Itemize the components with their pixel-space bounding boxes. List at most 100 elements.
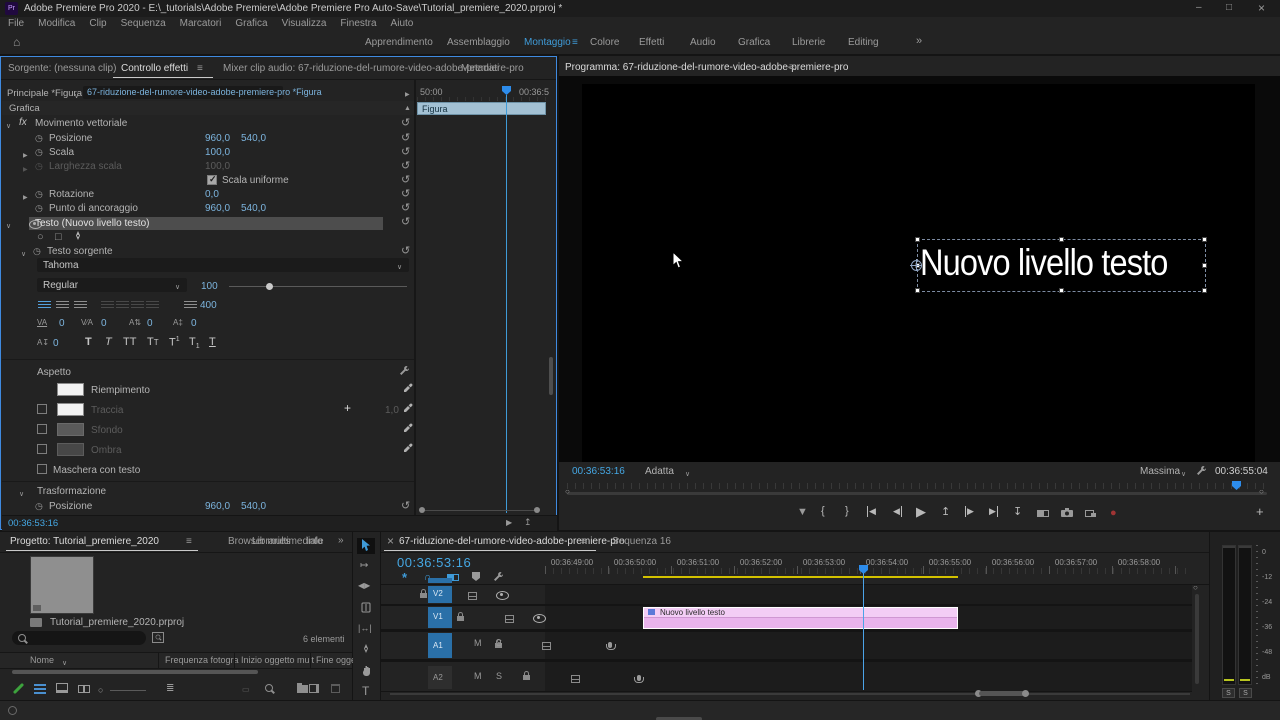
scrubber-left-end[interactable]	[565, 487, 570, 496]
transform-disclosure-icon[interactable]	[19, 488, 24, 499]
shadow-checkbox[interactable]	[37, 444, 47, 454]
menu-grafica[interactable]: Grafica	[235, 18, 267, 29]
align-right-button[interactable]	[74, 301, 87, 310]
workspace-overflow-icon[interactable]	[916, 35, 922, 47]
timeline-zoom-track[interactable]	[390, 693, 1190, 695]
column-fps[interactable]: Frequenza fotogra	[165, 655, 239, 665]
a1-track-header[interactable]: A1	[428, 633, 452, 658]
workspace-editing[interactable]: Editing	[848, 37, 879, 48]
workspace-colore[interactable]: Colore	[590, 37, 619, 48]
kerning-value[interactable]: 0	[59, 318, 65, 329]
timeline-settings-wrench-icon[interactable]	[493, 571, 504, 585]
program-scrubber-track[interactable]	[567, 492, 1267, 495]
timeline-right-scroll-handle[interactable]	[1193, 583, 1198, 592]
source-text-stopwatch-icon[interactable]	[33, 246, 41, 257]
freeform-view-button[interactable]	[78, 683, 90, 696]
all-caps-button[interactable]: TT	[123, 336, 136, 348]
hand-tool[interactable]	[361, 665, 372, 679]
shadow-eyedropper-icon[interactable]	[403, 443, 413, 456]
project-menu-icon[interactable]	[186, 536, 192, 547]
ecp-timecode[interactable]: 00:36:53:16	[8, 518, 58, 529]
collapse-section-icon[interactable]	[404, 102, 411, 113]
motion-disclosure-icon[interactable]	[6, 120, 11, 131]
program-settings-wrench-icon[interactable]	[1196, 465, 1207, 479]
slip-tool[interactable]: |↔|	[358, 623, 372, 633]
maximize-button[interactable]	[1226, 2, 1232, 13]
step-forward-button[interactable]: ▶	[965, 506, 974, 517]
go-to-in-button[interactable]: ◀	[867, 506, 876, 517]
ecp-playhead-line[interactable]	[506, 95, 507, 513]
menu-clip[interactable]: Clip	[89, 18, 106, 29]
workspace-effetti[interactable]: Effetti	[639, 37, 664, 48]
type-tool[interactable]: T	[362, 684, 369, 698]
workspace-assemblaggio[interactable]: Assemblaggio	[447, 37, 510, 48]
background-color-swatch[interactable]	[57, 423, 84, 436]
font-dropdown[interactable]: Tahoma	[37, 258, 409, 272]
close-button[interactable]	[1258, 1, 1265, 15]
tab-sequence-active[interactable]: 67-riduzione-del-rumore-video-adobe-prem…	[399, 536, 625, 547]
anchor-stopwatch-icon[interactable]	[35, 203, 43, 214]
scale-value[interactable]: 100,0	[205, 147, 230, 158]
a1-solo-button[interactable]: S	[496, 638, 502, 648]
a2-solo-button[interactable]: S	[496, 671, 502, 681]
v2-visibility-icon[interactable]	[496, 591, 509, 600]
faux-italic-button[interactable]: T	[105, 336, 112, 348]
tab-metadata[interactable]: Metadati	[461, 63, 499, 74]
razor-tool[interactable]	[361, 602, 371, 616]
menu-sequenza[interactable]: Sequenza	[121, 18, 166, 29]
nested-sequence-toggle-icon[interactable]: *	[402, 570, 407, 585]
column-nome-sort-icon[interactable]	[62, 657, 67, 668]
timeline-tab-close-icon[interactable]	[387, 534, 394, 548]
rotation-disclosure-icon[interactable]	[23, 191, 28, 202]
tracking2-value[interactable]: 0	[101, 318, 107, 329]
a2-sync-lock-icon[interactable]	[571, 675, 580, 683]
fill-eyedropper-icon[interactable]	[403, 383, 413, 396]
program-menu-icon[interactable]	[789, 62, 795, 73]
ecp-export-icon[interactable]	[524, 517, 532, 528]
handle-top-center[interactable]	[1059, 237, 1064, 242]
menu-finestra[interactable]: Finestra	[340, 18, 376, 29]
reset-uniform-icon[interactable]	[401, 173, 410, 186]
v2-sync-lock-icon[interactable]	[468, 592, 477, 600]
a2-voiceover-mic-icon[interactable]	[637, 675, 641, 681]
a2-lock-icon[interactable]	[523, 675, 530, 680]
record-button[interactable]: ●	[1110, 507, 1117, 519]
v1-lock-icon[interactable]	[457, 616, 464, 621]
justify-last-center-button[interactable]	[116, 301, 129, 310]
background-checkbox[interactable]	[37, 424, 47, 434]
workspace-grafica[interactable]: Grafica	[738, 37, 770, 48]
v2-lock-icon[interactable]	[420, 593, 427, 598]
thumbnail-size-slider[interactable]	[110, 690, 146, 691]
scrubber-right-end[interactable]	[1259, 487, 1264, 496]
tab-effect-controls[interactable]: Controllo effetti	[121, 63, 188, 74]
tsume-value[interactable]: 0	[191, 318, 197, 329]
sort-icons[interactable]: ≣	[166, 683, 174, 694]
reset-transform-position-icon[interactable]	[401, 499, 410, 512]
transform-position-stopwatch-icon[interactable]	[35, 501, 43, 512]
scale-stopwatch-icon[interactable]	[35, 147, 43, 158]
export-frame-button[interactable]	[1061, 508, 1073, 520]
font-size-slider[interactable]	[229, 286, 407, 287]
subscript-button[interactable]: T1	[189, 336, 200, 350]
scale-disclosure-icon[interactable]	[23, 149, 28, 160]
stroke-checkbox[interactable]	[37, 404, 47, 414]
justify-last-left-button[interactable]	[101, 301, 114, 310]
add-marker-button[interactable]: ▼	[797, 506, 808, 518]
program-quality-select[interactable]: Massima	[1140, 466, 1180, 477]
rectangle-tool-icon[interactable]	[55, 231, 62, 243]
add-stroke-icon[interactable]: +	[344, 401, 351, 415]
tab-libraries2[interactable]: Libraries	[252, 536, 290, 547]
menu-visualizza[interactable]: Visualizza	[282, 18, 327, 29]
timeline-timecode[interactable]: 00:36:53:16	[397, 555, 471, 570]
stroke-color-swatch[interactable]	[57, 403, 84, 416]
v1-track-header[interactable]: V1	[428, 607, 452, 628]
reset-scale-width-icon[interactable]	[401, 159, 410, 172]
tab-info[interactable]: Info	[306, 536, 323, 547]
tab-sequence-inactive[interactable]: Sequenza 16	[612, 536, 671, 547]
handle-bottom-right[interactable]	[1202, 288, 1207, 293]
source-text-disclosure-icon[interactable]	[21, 248, 26, 259]
ecp-vertical-scrollbar[interactable]	[549, 357, 553, 395]
minimize-button[interactable]	[1196, 2, 1202, 13]
list-view-button[interactable]	[34, 684, 46, 694]
button-editor-plus[interactable]: +	[1256, 504, 1264, 519]
